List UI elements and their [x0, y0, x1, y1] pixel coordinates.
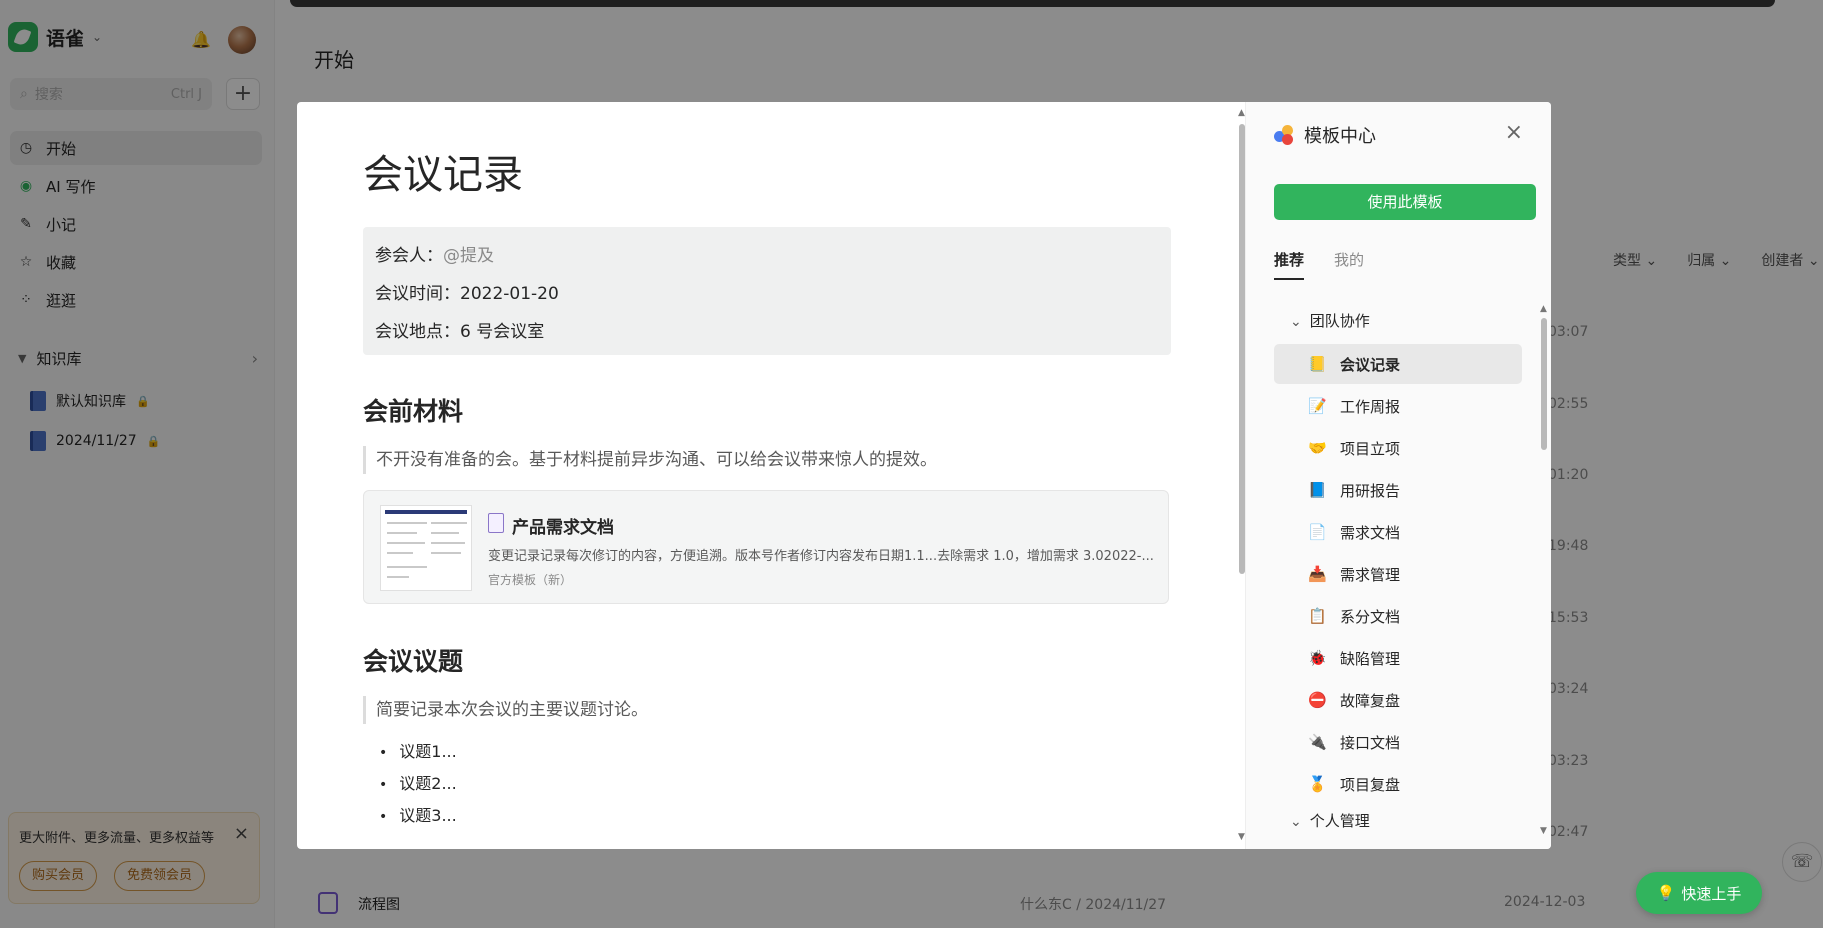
lightbulb-icon: 💡	[1656, 884, 1676, 902]
template-center-panel: 模板中心 × 使用此模板 推荐 我的 团队协作 📒 会议记录 📝 工作周报 🤝 …	[1245, 102, 1551, 849]
panel-title: 模板中心	[1304, 126, 1376, 147]
meeting-time-line: 会议时间：2022-01-20	[375, 284, 559, 304]
section-quote: 简要记录本次会议的主要议题讨论。	[363, 696, 648, 724]
list-item: 议题2...	[379, 770, 456, 794]
template-item-project-review[interactable]: 🏅 项目复盘	[1274, 764, 1522, 804]
group-personal-mgmt[interactable]: 个人管理	[1290, 810, 1370, 831]
template-item-weekly-report[interactable]: 📝 工作周报	[1274, 386, 1522, 426]
template-item-meeting-notes[interactable]: 📒 会议记录	[1274, 344, 1522, 384]
template-label: 系分文档	[1340, 607, 1401, 626]
notebook-icon: 📒	[1308, 355, 1327, 373]
meeting-place-line: 会议地点：6 号会议室	[375, 322, 545, 342]
ladybug-icon: 🐞	[1308, 649, 1327, 667]
quick-start-label: 快速上手	[1681, 884, 1742, 903]
panel-tabs: 推荐 我的	[1274, 249, 1364, 280]
inbox-icon: 📥	[1308, 565, 1327, 583]
template-item-requirements-mgmt[interactable]: 📥 需求管理	[1274, 554, 1522, 594]
template-label: 会议记录	[1340, 355, 1401, 374]
template-label: 需求管理	[1340, 565, 1401, 584]
panel-header: 模板中心	[1274, 122, 1376, 148]
template-label: 接口文档	[1340, 733, 1401, 752]
section-quote: 不开没有准备的会。基于材料提前异步沟通、可以给会议带来惊人的提效。	[363, 446, 937, 474]
panel-scrollbar[interactable]: ▲ ▼	[1540, 302, 1548, 842]
embedded-doc-card[interactable]: 产品需求文档 变更记录记录每次修订的内容，方便追溯。版本号作者修订内容发布日期1…	[363, 490, 1169, 604]
handshake-icon: 🤝	[1308, 439, 1327, 457]
document-icon	[488, 513, 504, 533]
template-item-bug-mgmt[interactable]: 🐞 缺陷管理	[1274, 638, 1522, 678]
template-label: 缺陷管理	[1340, 649, 1401, 668]
section-heading: 会前材料	[363, 397, 464, 426]
template-item-incident-review[interactable]: ⛔ 故障复盘	[1274, 680, 1522, 720]
no-entry-icon: ⛔	[1308, 691, 1327, 709]
template-label: 工作周报	[1340, 397, 1401, 416]
memo-icon: 📝	[1308, 397, 1327, 415]
template-label: 故障复盘	[1340, 691, 1401, 710]
template-center-icon	[1274, 125, 1294, 145]
close-icon[interactable]: ×	[1505, 120, 1523, 145]
template-preview: 会议记录 参会人：@提及 会议时间：2022-01-20 会议地点：6 号会议室…	[297, 102, 1245, 849]
blue-book-icon: 📘	[1308, 481, 1327, 499]
scroll-thumb[interactable]	[1541, 318, 1547, 450]
preview-scrollbar[interactable]: ▲ ▼	[1238, 108, 1245, 842]
page-icon: 📄	[1308, 523, 1327, 541]
mention: @提及	[443, 246, 494, 266]
preview-title: 会议记录	[363, 152, 523, 198]
use-template-button[interactable]: 使用此模板	[1274, 184, 1536, 220]
template-label: 用研报告	[1340, 481, 1401, 500]
group-team-collab[interactable]: 团队协作	[1290, 310, 1370, 331]
clipboard-icon: 📋	[1308, 607, 1327, 625]
template-item-api-doc[interactable]: 🔌 接口文档	[1274, 722, 1522, 762]
plug-icon: 🔌	[1308, 733, 1327, 751]
template-item-system-design[interactable]: 📋 系分文档	[1274, 596, 1522, 636]
doc-thumbnail	[380, 505, 472, 591]
list-item: 议题1...	[379, 738, 456, 762]
card-tag: 官方模板（新）	[488, 573, 573, 587]
template-label: 需求文档	[1340, 523, 1401, 542]
template-label: 项目复盘	[1340, 775, 1401, 794]
participants-line: 参会人：@提及	[375, 246, 494, 266]
card-title: 产品需求文档	[512, 518, 614, 538]
list-item: 议题3...	[379, 802, 456, 826]
section-heading: 会议议题	[363, 647, 464, 676]
tab-recommended[interactable]: 推荐	[1274, 249, 1305, 280]
template-modal: 会议记录 参会人：@提及 会议时间：2022-01-20 会议地点：6 号会议室…	[297, 102, 1551, 849]
card-description: 变更记录记录每次修订的内容，方便追溯。版本号作者修订内容发布日期1.1...去除…	[488, 549, 1154, 564]
scroll-up-icon[interactable]: ▲	[1540, 304, 1547, 314]
medal-icon: 🏅	[1308, 775, 1327, 793]
scroll-down-icon[interactable]: ▼	[1238, 832, 1245, 842]
quick-start-button[interactable]: 💡 快速上手	[1636, 872, 1762, 914]
meeting-info-box: 参会人：@提及 会议时间：2022-01-20 会议地点：6 号会议室	[363, 227, 1171, 355]
scroll-down-icon[interactable]: ▼	[1540, 826, 1547, 836]
template-item-research-report[interactable]: 📘 用研报告	[1274, 470, 1522, 510]
template-label: 项目立项	[1340, 439, 1401, 458]
template-item-project-kickoff[interactable]: 🤝 项目立项	[1274, 428, 1522, 468]
scroll-up-icon[interactable]: ▲	[1238, 108, 1245, 118]
tab-mine[interactable]: 我的	[1334, 249, 1364, 280]
template-item-requirements-doc[interactable]: 📄 需求文档	[1274, 512, 1522, 552]
